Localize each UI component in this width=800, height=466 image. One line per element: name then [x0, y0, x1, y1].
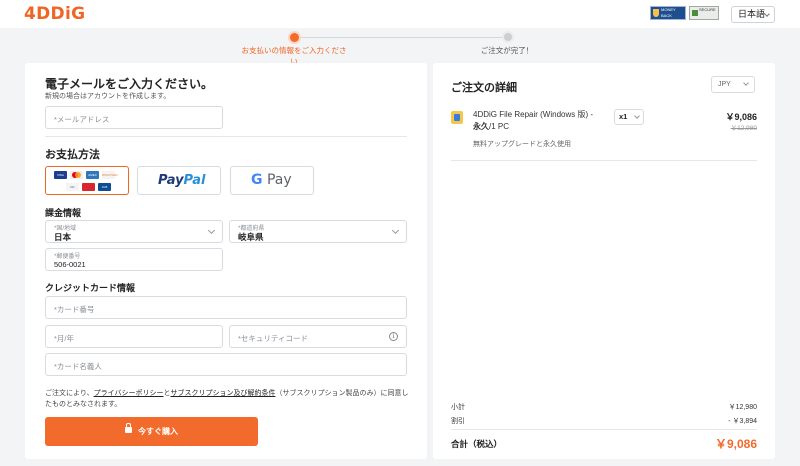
email-section-subtitle: 新規の場合はアカウントを作成します。 [45, 93, 171, 100]
cardholder-name-field[interactable]: *カード名義人 [45, 353, 407, 376]
discover-icon: DISCOVER [102, 171, 118, 179]
terms-agreement-text: ご注文により、プライバシーポリシーとサブスクリプション及び解約条件（サブスクリプ… [45, 390, 409, 408]
card-cvc-field[interactable]: *セキュリティコード i [229, 325, 407, 348]
card-cvc-placeholder: *セキュリティコード [238, 334, 308, 343]
billing-info-title: 課金情報 [45, 208, 82, 218]
country-value: 日本 [54, 232, 72, 242]
mastercard-icon [70, 171, 83, 179]
brand-logo[interactable]: 4DDiG [24, 4, 85, 24]
top-header: 4DDiG MONEY BACK GUARANTEE SECURE 日本語 [0, 0, 800, 28]
payment-option-paypal[interactable]: PayPal [137, 166, 221, 195]
chevron-down-icon [207, 226, 216, 235]
progress-line [296, 37, 508, 38]
discount-value: - ￥3,894 [728, 418, 757, 425]
language-label: 日本語 [738, 9, 766, 19]
card-brand-logos: VISA AMEX DISCOVER DC JCB [46, 167, 128, 194]
total-label: 合計（税込） [451, 439, 503, 449]
postal-code-field[interactable]: *郵便番号 506-0021 [45, 248, 223, 271]
total-divider [451, 429, 757, 430]
postal-code-value: 506-0021 [54, 260, 86, 269]
privacy-policy-link[interactable]: プライバシーポリシー [94, 390, 164, 397]
lock-icon [125, 423, 132, 433]
discount-label: 割引 [451, 418, 465, 425]
money-back-guarantee-badge: MONEY BACK GUARANTEE [650, 6, 686, 24]
step-indicator-pending [504, 33, 512, 41]
section-divider [45, 136, 407, 137]
payment-option-google-pay[interactable]: G Pay [230, 166, 314, 195]
chevron-down-icon [391, 226, 400, 235]
product-name: 4DDiG File Repair (Windows 版) - 永久/1 PC [473, 110, 594, 131]
jcb-icon: JCB [98, 183, 111, 191]
badge-secure-text: SECURE [699, 7, 716, 12]
order-divider [451, 160, 757, 161]
quantity-value: x1 [619, 112, 628, 121]
email-placeholder: *メールアドレス [54, 115, 110, 124]
language-selector[interactable]: 日本語 [731, 6, 775, 23]
secure-badge: SECURE [689, 6, 719, 20]
shield-icon [653, 9, 659, 17]
cardholder-name-placeholder: *カード名義人 [54, 362, 102, 371]
subtotal-label: 小計 [451, 404, 465, 411]
credit-card-info-title: クレジットカード情報 [45, 283, 136, 293]
chevron-down-icon [743, 80, 749, 86]
product-icon [451, 111, 463, 124]
buy-now-button[interactable]: 今すぐ購入 [45, 417, 258, 446]
total-value: ￥9,086 [714, 437, 757, 451]
checkout-progress: お支払いの情報をご入力ください ご注文が完了！ [0, 28, 800, 66]
unionpay-icon [82, 183, 95, 191]
security-check-icon [692, 10, 698, 16]
info-icon[interactable]: i [389, 332, 398, 341]
buy-now-label: 今すぐ購入 [138, 427, 178, 436]
paypal-logo: PayPal [158, 173, 206, 188]
chevron-down-icon [634, 113, 640, 119]
currency-select[interactable]: JPY [711, 76, 755, 93]
subtotal-value: ￥12,980 [728, 404, 757, 411]
card-expiry-field[interactable]: *月/年 [45, 325, 223, 348]
product-original-price: ￥12,980 [730, 125, 757, 132]
step-label-complete: ご注文が完了！ [480, 46, 534, 55]
email-section-title: 電子メールをご入力ください。 [45, 77, 214, 91]
step-indicator-active [290, 33, 299, 42]
quantity-select[interactable]: x1 [614, 109, 644, 125]
prefecture-value: 岐阜県 [238, 232, 264, 242]
visa-icon: VISA [54, 171, 67, 179]
currency-value: JPY [718, 81, 731, 88]
country-select[interactable]: *国/地域 日本 [45, 220, 223, 243]
amex-icon: AMEX [86, 171, 99, 179]
card-expiry-placeholder: *月/年 [54, 334, 75, 343]
checkout-form-panel: 電子メールをご入力ください。 新規の場合はアカウントを作成します。 *メールアド… [25, 63, 427, 459]
diners-club-icon: DC [66, 183, 79, 191]
payment-option-credit-card[interactable]: VISA AMEX DISCOVER DC JCB [45, 166, 129, 195]
email-field[interactable]: *メールアドレス [45, 106, 223, 129]
product-note: 無料アップグレードと永久使用 [473, 141, 571, 148]
order-summary-panel: ご注文の詳細 JPY 4DDiG File Repair (Windows 版)… [433, 63, 775, 459]
postal-code-label: *郵便番号 [54, 254, 81, 260]
badge-guarantee-text: MONEY BACK GUARANTEE [661, 7, 686, 24]
prefecture-select[interactable]: *都道府県 岐阜県 [229, 220, 407, 243]
card-number-field[interactable]: *カード番号 [45, 296, 407, 319]
subscription-terms-link[interactable]: サブスクリプション及び解約条件 [170, 390, 275, 397]
order-details-title: ご注文の詳細 [451, 82, 517, 94]
google-pay-logo: G Pay [251, 172, 292, 188]
payment-method-title: お支払方法 [45, 149, 100, 161]
card-number-placeholder: *カード番号 [54, 305, 95, 314]
chevron-down-icon [764, 11, 770, 17]
